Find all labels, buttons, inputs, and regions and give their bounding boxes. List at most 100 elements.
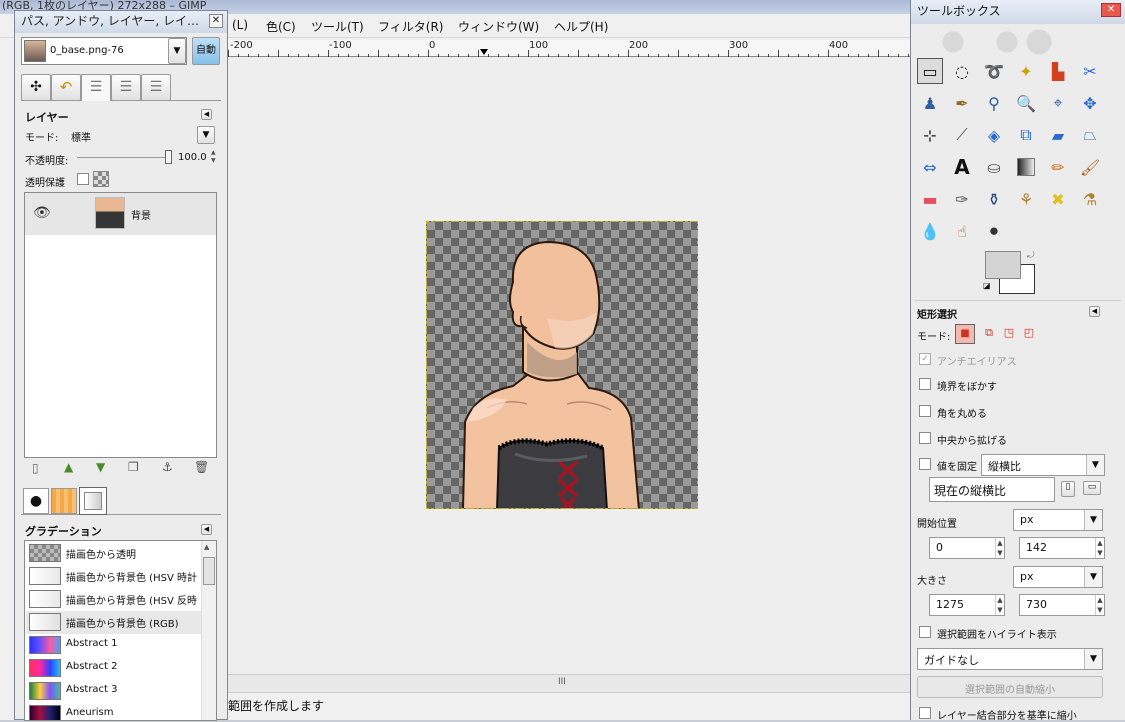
anchor-layer-icon[interactable]: ⚓	[162, 460, 173, 474]
position-y-input[interactable]: 142 ▲ ▼	[1019, 537, 1105, 559]
gradient-item[interactable]: 描画色から透明	[26, 542, 202, 565]
text-tool-icon[interactable]: A	[949, 154, 975, 180]
clone-tool-icon[interactable]: ⚘	[1013, 186, 1039, 212]
gradient-panel-menu-icon[interactable]: ◀	[201, 524, 212, 535]
paintbrush-tool-icon[interactable]: 🖌	[1077, 154, 1103, 180]
measure-tool-icon[interactable]: ⌖	[1045, 90, 1071, 116]
layers-tab-icon[interactable]: ☰	[81, 74, 111, 101]
fixed-mode-select[interactable]: 縦横比 ▼	[981, 454, 1105, 476]
paths-tab-icon[interactable]: ✣	[21, 74, 51, 101]
gradient-item[interactable]: Abstract 2	[26, 657, 202, 680]
reset-colors-icon[interactable]: ◪	[983, 281, 993, 291]
gradients-tab-icon[interactable]	[79, 487, 107, 515]
close-icon[interactable]: ✕	[209, 14, 223, 28]
blur-tool-icon[interactable]: 💧	[917, 218, 943, 244]
size-width-input[interactable]: 1275 ▲ ▼	[929, 594, 1005, 616]
foreground-select-tool-icon[interactable]: ♟	[917, 90, 943, 116]
layer-row[interactable]: 👁 背景	[25, 193, 216, 235]
gradient-item[interactable]: 描画色から背景色 (HSV 時計	[26, 565, 202, 588]
mode-subtract-icon[interactable]: ◳	[999, 324, 1019, 344]
chevron-down-icon[interactable]: ▼	[1084, 567, 1102, 587]
spinner-icon[interactable]: ▲ ▼	[1095, 595, 1104, 615]
mode-dropdown-arrow[interactable]: ▼	[197, 126, 215, 144]
scale-tool-icon[interactable]: ⧉	[1013, 122, 1039, 148]
menu-colors[interactable]: 色(C)	[266, 18, 296, 35]
spinner-icon[interactable]: ▲ ▼	[995, 595, 1004, 615]
opacity-spinner[interactable]: ▲ ▼	[211, 149, 219, 167]
menu-layer[interactable]: (L)	[232, 18, 248, 32]
chevron-down-icon[interactable]: ▼	[168, 38, 186, 64]
position-unit-select[interactable]: px ▼	[1013, 509, 1103, 531]
chevron-down-icon[interactable]: ▼	[1084, 649, 1102, 669]
lock-alpha-checkbox[interactable]	[77, 173, 89, 185]
flip-tool-icon[interactable]: ⇔	[917, 154, 943, 180]
gradient-item[interactable]: 描画色から背景色 (RGB)	[26, 611, 202, 634]
guides-select[interactable]: ガイドなし ▼	[917, 648, 1103, 670]
opacity-slider-track[interactable]	[77, 157, 169, 158]
delete-layer-icon[interactable]: 🗑	[194, 460, 209, 474]
merged-checkbox[interactable]	[919, 707, 931, 719]
feather-checkbox[interactable]	[919, 378, 931, 390]
menu-tools[interactable]: ツール(T)	[311, 18, 364, 35]
scroll-grip[interactable]: III	[558, 677, 566, 687]
shear-tool-icon[interactable]: ▰	[1045, 122, 1071, 148]
antialias-checkbox[interactable]: ✓	[919, 353, 931, 365]
scroll-thumb[interactable]	[203, 557, 215, 585]
auto-button[interactable]: 自動	[192, 37, 220, 65]
size-unit-select[interactable]: px ▼	[1013, 566, 1103, 588]
ellipse-select-tool-icon[interactable]: ◌	[949, 58, 975, 84]
channels-tab-icon[interactable]: ☰	[111, 74, 141, 101]
duplicate-layer-icon[interactable]: ❐	[128, 460, 139, 474]
image-selector[interactable]: 0_base.png-76 ▼	[21, 37, 187, 65]
ink-tool-icon[interactable]: ⚱	[981, 186, 1007, 212]
blend-tool-icon[interactable]	[1013, 154, 1039, 180]
layers-tab2-icon[interactable]: ☰	[141, 74, 171, 101]
pencil-tool-icon[interactable]: ✏	[1045, 154, 1071, 180]
raise-layer-icon[interactable]: ▲	[64, 460, 73, 474]
swap-colors-icon[interactable]: ⤾	[1027, 251, 1035, 261]
dodge-burn-tool-icon[interactable]: ⚫	[981, 218, 1007, 244]
airbrush-tool-icon[interactable]: ✑	[949, 186, 975, 212]
mode-intersect-icon[interactable]: ◰	[1019, 324, 1039, 344]
gradient-item[interactable]: Abstract 3	[26, 680, 202, 703]
perspective-tool-icon[interactable]: ⏢	[1077, 122, 1103, 148]
menu-help[interactable]: ヘルプ(H)	[554, 18, 608, 35]
round-corners-checkbox[interactable]	[919, 405, 931, 417]
bucket-fill-tool-icon[interactable]: ⛀	[981, 154, 1007, 180]
gradient-item[interactable]: 描画色から背景色 (HSV 反時	[26, 588, 202, 611]
rotate-tool-icon[interactable]: ◈	[981, 122, 1007, 148]
eraser-tool-icon[interactable]: ▬	[917, 186, 943, 212]
color-picker-tool-icon[interactable]: ⚲	[981, 90, 1007, 116]
chevron-down-icon[interactable]: ▼	[1086, 455, 1104, 475]
lower-layer-icon[interactable]: ▼	[96, 460, 105, 474]
spinner-icon[interactable]: ▲ ▼	[1095, 538, 1104, 558]
close-icon[interactable]: ✕	[1101, 3, 1121, 17]
perspective-clone-tool-icon[interactable]: ⚗	[1077, 186, 1103, 212]
mode-replace-icon[interactable]: ■	[955, 324, 975, 344]
mode-add-icon[interactable]: ⧉	[979, 324, 999, 344]
portrait-icon[interactable]: ▯	[1061, 481, 1075, 497]
gradient-item[interactable]: Aneurism	[26, 703, 202, 720]
free-select-tool-icon[interactable]: ➰	[981, 58, 1007, 84]
autoshrink-button[interactable]: 選択範囲の自動縮小	[917, 676, 1103, 698]
chevron-down-icon[interactable]: ▼	[1084, 510, 1102, 530]
rect-select-tool-icon[interactable]: ▭	[917, 58, 943, 84]
scissors-tool-icon[interactable]: ✂	[1077, 58, 1103, 84]
align-tool-icon[interactable]: ⊹	[917, 122, 943, 148]
opacity-slider-handle[interactable]	[165, 150, 172, 164]
size-height-input[interactable]: 730 ▲ ▼	[1019, 594, 1105, 616]
new-layer-icon[interactable]: ▯	[32, 461, 39, 475]
undo-tab-icon[interactable]: ↶	[51, 74, 81, 101]
move-tool-icon[interactable]: ✥	[1077, 90, 1103, 116]
expand-center-checkbox[interactable]	[919, 432, 931, 444]
fuzzy-select-tool-icon[interactable]: ✦	[1013, 58, 1039, 84]
gradient-scrollbar[interactable]: ▲	[201, 541, 216, 720]
smudge-tool-icon[interactable]: ☝	[949, 218, 975, 244]
foreground-color-swatch[interactable]	[985, 251, 1021, 279]
crop-tool-icon[interactable]: ⟋	[949, 122, 975, 148]
spinner-icon[interactable]: ▲ ▼	[995, 538, 1004, 558]
menu-windows[interactable]: ウィンドウ(W)	[458, 18, 539, 35]
landscape-icon[interactable]: ▭	[1083, 481, 1101, 495]
highlight-checkbox[interactable]	[919, 626, 931, 638]
scroll-up-icon[interactable]: ▲	[204, 543, 209, 551]
